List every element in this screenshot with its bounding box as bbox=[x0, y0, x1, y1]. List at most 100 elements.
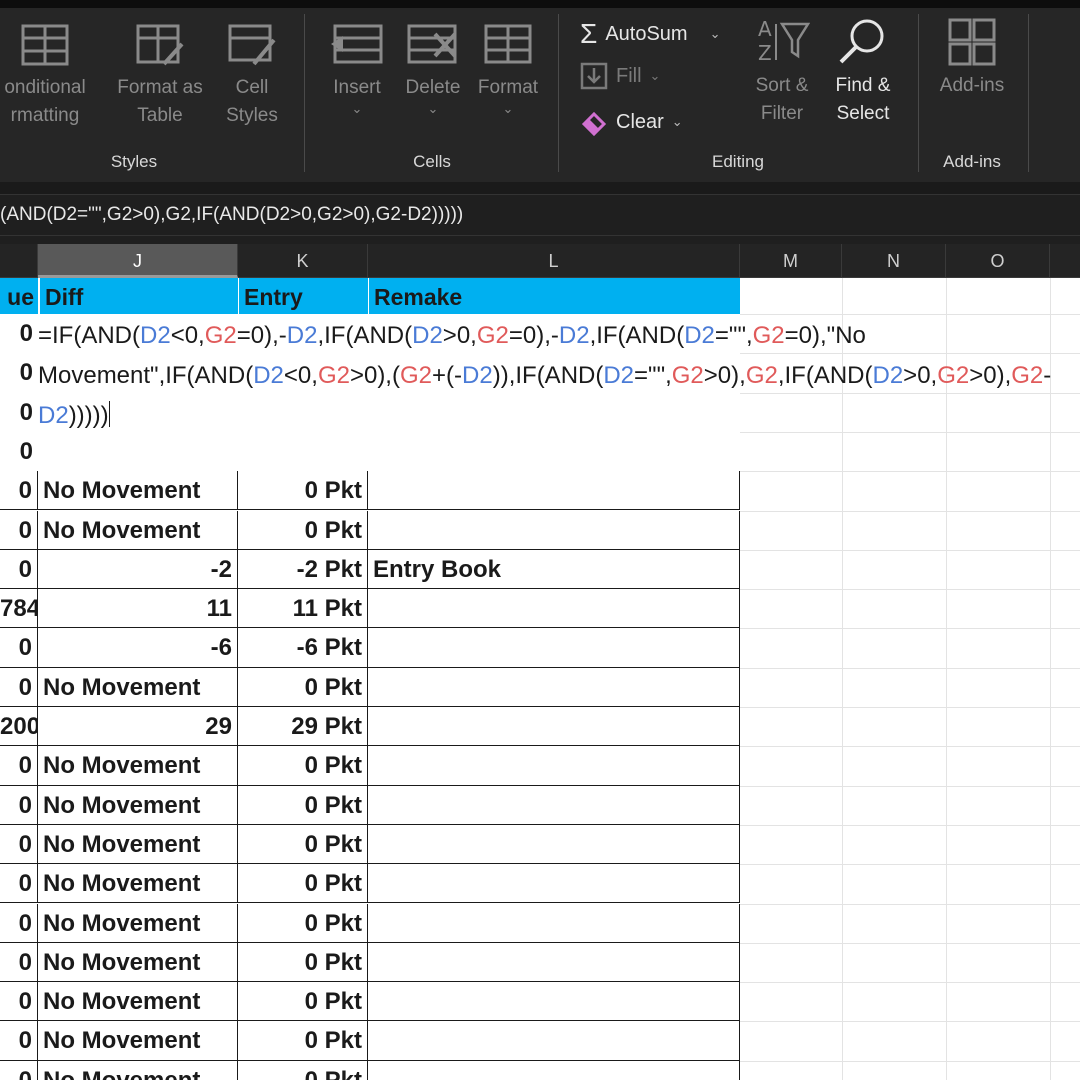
cell-diff[interactable]: No Movement bbox=[38, 942, 238, 983]
column-header-p[interactable] bbox=[1050, 244, 1080, 278]
cell-value[interactable]: 0 bbox=[0, 1060, 38, 1080]
clear-button[interactable]: Clear ⌄ bbox=[580, 108, 683, 136]
cell-diff[interactable]: No Movement bbox=[38, 1021, 238, 1061]
cell-entry[interactable]: -2 Pkt bbox=[238, 549, 368, 590]
cell-diff[interactable]: No Movement bbox=[38, 785, 238, 825]
cell-diff[interactable]: No Movement bbox=[38, 1060, 238, 1080]
cell-entry[interactable]: 0 Pkt bbox=[238, 903, 368, 943]
column-header-n[interactable]: N bbox=[842, 244, 946, 278]
cell-remake[interactable] bbox=[368, 903, 740, 943]
header-cell-entry[interactable]: Entry bbox=[238, 278, 368, 314]
cell-entry[interactable]: 0 Pkt bbox=[238, 982, 368, 1022]
cell-value[interactable]: 0 bbox=[0, 393, 38, 432]
cell-value[interactable]: 200 bbox=[0, 707, 38, 747]
cell-value[interactable]: 0 bbox=[0, 314, 38, 353]
column-header-i[interactable] bbox=[0, 244, 38, 278]
cell-diff[interactable]: 29 bbox=[38, 707, 238, 747]
column-header-m[interactable]: M bbox=[740, 244, 842, 278]
cell-value[interactable]: 0 bbox=[0, 942, 38, 983]
cell-diff[interactable]: No Movement bbox=[38, 824, 238, 865]
cell-value[interactable]: 0 bbox=[0, 667, 38, 707]
cell-remake[interactable] bbox=[368, 982, 740, 1022]
cell-remake[interactable] bbox=[368, 1060, 740, 1080]
cell-remake[interactable] bbox=[368, 1021, 740, 1061]
cell-value[interactable]: 0 bbox=[0, 746, 38, 786]
cell-entry[interactable]: 0 Pkt bbox=[238, 471, 368, 511]
cell-entry[interactable]: 29 Pkt bbox=[238, 707, 368, 747]
cell-entry[interactable]: 0 Pkt bbox=[238, 1021, 368, 1061]
cell-value[interactable]: 0 bbox=[0, 1021, 38, 1061]
insert-button[interactable]: Insert ⌄ bbox=[322, 22, 392, 116]
sort-filter-button[interactable]: A Z Sort & Filter bbox=[738, 16, 826, 128]
format-as-table-button[interactable]: Format as Table bbox=[108, 22, 212, 130]
formula-bar[interactable]: (AND(D2="",G2>0),G2,IF(AND(D2>0,G2>0),G2… bbox=[0, 194, 1080, 236]
cell-diff[interactable]: -2 bbox=[38, 549, 238, 590]
cell-value[interactable]: 0 bbox=[0, 432, 38, 471]
cell-value[interactable]: 0 bbox=[0, 903, 38, 943]
cell-diff[interactable]: No Movement bbox=[38, 864, 238, 904]
cell-edit-formula[interactable]: =IF(AND(D2<0,G2=0),-D2,IF(AND(D2>0,G2=0)… bbox=[38, 316, 1080, 436]
cell-remake[interactable]: Entry Book bbox=[368, 549, 740, 590]
cell-value[interactable]: 0 bbox=[0, 824, 38, 865]
cell-remake[interactable] bbox=[368, 864, 740, 904]
cell-entry[interactable]: 0 Pkt bbox=[238, 1060, 368, 1080]
cell-entry[interactable]: 0 Pkt bbox=[238, 785, 368, 825]
cell-entry[interactable]: 11 Pkt bbox=[238, 589, 368, 629]
header-cell-value[interactable]: ue bbox=[0, 278, 38, 314]
column-header-o[interactable]: O bbox=[946, 244, 1050, 278]
cell-value[interactable]: 0 bbox=[0, 628, 38, 668]
cell-entry[interactable]: 0 Pkt bbox=[238, 510, 368, 550]
cell-value[interactable]: 0 bbox=[0, 510, 38, 550]
cell-entry[interactable]: 0 Pkt bbox=[238, 824, 368, 865]
cell-value[interactable]: 0 bbox=[0, 549, 38, 590]
cell-diff[interactable] bbox=[38, 432, 238, 471]
cell-entry[interactable] bbox=[238, 432, 368, 471]
autosum-button[interactable]: Σ AutoSum ⌄ bbox=[580, 18, 720, 50]
column-header-j[interactable]: J bbox=[38, 244, 238, 278]
cell-value[interactable]: 0 bbox=[0, 471, 38, 511]
cell-value[interactable]: 0 bbox=[0, 864, 38, 904]
cell-remake[interactable] bbox=[368, 432, 740, 471]
cell-remake[interactable] bbox=[368, 824, 740, 865]
cell-entry[interactable]: -6 Pkt bbox=[238, 628, 368, 668]
cell-diff[interactable]: No Movement bbox=[38, 667, 238, 707]
formula-segment: >0), bbox=[349, 362, 392, 389]
find-select-button[interactable]: Find & Select bbox=[818, 16, 908, 128]
cell-diff[interactable]: 11 bbox=[38, 589, 238, 629]
cell-remake[interactable] bbox=[368, 589, 740, 629]
add-ins-button[interactable]: Add-ins bbox=[928, 16, 1016, 100]
cell-remake[interactable] bbox=[368, 471, 740, 511]
cell-remake[interactable] bbox=[368, 667, 740, 707]
cell-value[interactable]: 784 bbox=[0, 589, 38, 629]
formula-bar-text[interactable]: (AND(D2="",G2>0),G2,IF(AND(D2>0,G2>0),G2… bbox=[0, 204, 463, 226]
cell-remake[interactable] bbox=[368, 510, 740, 550]
cell-diff[interactable]: -6 bbox=[38, 628, 238, 668]
cell-value[interactable]: 0 bbox=[0, 353, 38, 392]
cell-remake[interactable] bbox=[368, 785, 740, 825]
cell-value[interactable]: 0 bbox=[0, 982, 38, 1022]
cell-value[interactable]: 0 bbox=[0, 785, 38, 825]
cell-entry[interactable]: 0 Pkt bbox=[238, 864, 368, 904]
conditional-formatting-button[interactable]: onditional rmatting bbox=[0, 22, 100, 130]
worksheet-grid[interactable]: ue Diff Entry Remake 0 0 0 0 0 No Movement 0 P… bbox=[0, 278, 1080, 1080]
cell-diff[interactable]: No Movement bbox=[38, 510, 238, 550]
cell-remake[interactable] bbox=[368, 746, 740, 786]
cell-diff[interactable]: No Movement bbox=[38, 471, 238, 511]
cell-remake[interactable] bbox=[368, 628, 740, 668]
cell-styles-button[interactable]: Cell Styles bbox=[208, 22, 296, 130]
cell-remake[interactable] bbox=[368, 707, 740, 747]
cell-entry[interactable]: 0 Pkt bbox=[238, 942, 368, 983]
column-header-l[interactable]: L bbox=[368, 244, 740, 278]
cell-entry[interactable]: 0 Pkt bbox=[238, 667, 368, 707]
cell-entry[interactable]: 0 Pkt bbox=[238, 746, 368, 786]
format-button[interactable]: Format ⌄ bbox=[472, 22, 544, 116]
fill-button[interactable]: Fill ⌄ bbox=[580, 62, 660, 90]
cell-remake[interactable] bbox=[368, 942, 740, 983]
delete-button[interactable]: Delete ⌄ bbox=[396, 22, 470, 116]
header-cell-diff[interactable]: Diff bbox=[38, 278, 238, 314]
cell-diff[interactable]: No Movement bbox=[38, 903, 238, 943]
cell-diff[interactable]: No Movement bbox=[38, 746, 238, 786]
cell-diff[interactable]: No Movement bbox=[38, 982, 238, 1022]
header-cell-remake[interactable]: Remake bbox=[368, 278, 740, 314]
column-header-k[interactable]: K bbox=[238, 244, 368, 278]
